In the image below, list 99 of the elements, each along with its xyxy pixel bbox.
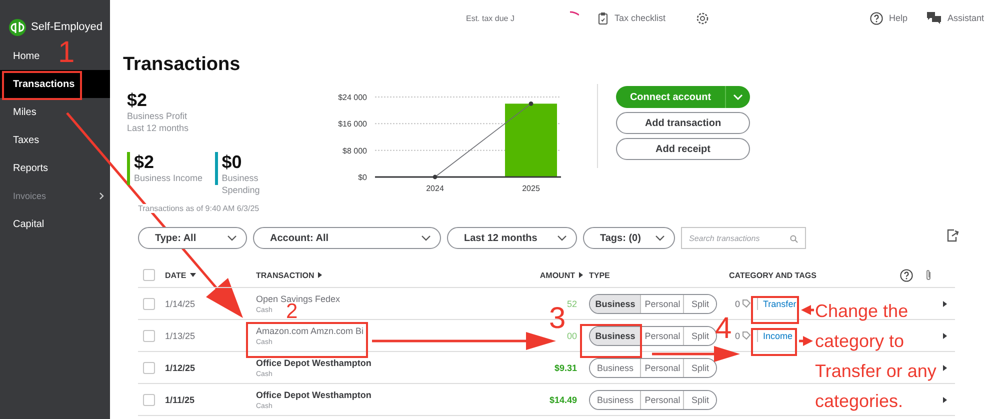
secondary-button[interactable]: Add transaction [616,112,750,134]
step-number: 2 [286,301,298,322]
amount-cell-text: 52 [566,298,578,308]
x-tick-label: 2024 [426,184,444,193]
transaction-name: Amazon.com Amzn.com Bi [256,326,365,336]
step-number: 3 [549,304,566,334]
chevron-down-icon [421,235,431,241]
nav-item[interactable]: Taxes [0,126,46,154]
filter-dropdown[interactable]: Tags: (0) [583,227,675,249]
date-cell-text: 1/14/25 [165,298,196,308]
stat-label: Business Income [134,172,203,184]
logo-icon [9,18,26,36]
row-checkbox[interactable] [143,362,155,374]
arc-mark-icon [570,10,580,16]
annotation-note: Change the category to Transfer or any categories. [815,300,938,413]
export-icon[interactable] [946,228,959,242]
type-toggle-button[interactable]: Business [590,294,640,312]
profit-amount: $2 [127,90,148,110]
nav-item[interactable]: Home [0,42,46,70]
assistant-link[interactable]: Assistant [927,12,984,24]
date-cell-text: 1/12/25 [165,362,196,372]
row-checkbox[interactable] [143,394,155,406]
y-tick-label: $16 000 [338,120,367,129]
row-checkbox[interactable] [143,330,155,342]
search-icon [790,235,798,243]
nav-item[interactable]: Miles [0,98,42,126]
as-of-text: Transactions as of 9:40 AM 6/3/25 [138,204,260,213]
column-header: CATEGORY AND TAGS [729,270,816,280]
y-tick-label: $0 [358,173,367,182]
nav-item[interactable]: Transactions [0,70,110,98]
type-toggle-button[interactable]: Split [683,358,716,376]
step-number: 1 [58,38,75,68]
chevron-down-icon [227,235,237,241]
highlight-box [751,296,799,324]
help-icon [870,12,883,24]
type-toggle-button[interactable]: Business [590,326,640,344]
category-link[interactable]: Transfer [763,298,796,308]
annotation-arrow [799,336,813,346]
filter-dropdown[interactable]: Account: All [253,227,441,249]
settings-icon[interactable] [696,12,708,24]
chat-bubbles-icon [927,12,942,24]
type-toggle-button[interactable]: Split [683,294,716,312]
transaction-name: Office Depot Westhampton [256,358,372,368]
category-link[interactable]: Income [763,330,793,340]
sort-right-icon [579,272,583,278]
y-tick-label: $24 000 [338,93,367,102]
date-cell-text: 1/11/25 [165,394,196,404]
nav-item[interactable]: Reports [0,154,54,182]
date-cell-text: 1/13/25 [165,330,196,340]
tag-count: 0 [735,298,740,308]
secondary-button[interactable]: Add receipt [616,138,750,160]
chevron-down-icon [557,235,567,241]
sort-right-icon [318,272,322,278]
y-tick-label: $8 000 [342,146,367,156]
type-toggle-button[interactable]: Split [683,326,716,344]
column-header[interactable]: DATE [165,270,256,280]
row-checkbox[interactable] [143,298,155,310]
stat-amount: $0 [222,152,243,172]
transaction-name: Office Depot Westhampton [256,390,372,400]
step-number: 4 [715,314,732,344]
help-icon[interactable] [900,268,914,282]
amount-cell-text: $9.31 [553,362,578,372]
brand-name: Self-Employed [31,21,103,33]
stat-label: Business Spending [222,172,261,196]
filter-dropdown[interactable]: Type: All [138,227,247,249]
highlight-box [580,324,642,358]
amount-cell-text: 00 [566,330,578,340]
profit-label: Business Profit [127,110,188,122]
column-header[interactable]: AMOUNT [505,270,583,280]
tag-icon [742,299,752,308]
help-link[interactable]: Help [870,12,908,24]
highlight-box [751,328,797,356]
tax-checklist-link[interactable]: Tax checklist [598,12,666,24]
sort-down-icon [190,273,196,277]
tag-icon [742,331,752,340]
filter-dropdown[interactable]: Last 12 months [447,227,577,249]
chevron-down-icon [655,235,665,241]
paperclip-icon[interactable] [925,269,932,281]
period-label: Last 12 months [127,122,190,134]
row-expand-icon[interactable] [943,364,947,370]
tag-count: 0 [735,330,740,340]
nav-item[interactable]: Invoices [0,182,110,210]
search-field[interactable]: Search transactions [681,227,806,249]
page-title: Transactions [123,54,242,77]
tax-due-text: Est. tax due J [466,14,514,22]
row-expand-icon[interactable] [943,300,947,306]
transaction-name: Open Savings Fedex [256,294,342,304]
x-tick-label: 2025 [522,184,540,193]
clipboard-icon [598,12,608,24]
type-toggle-button[interactable]: Split [683,390,716,408]
column-header[interactable]: TRANSACTION [256,270,505,280]
row-expand-icon[interactable] [943,332,947,338]
row-expand-icon[interactable] [943,396,947,402]
amount-cell-text: $14.49 [548,394,578,404]
column-header: TYPE [588,270,611,280]
select-all-checkbox[interactable] [143,269,155,281]
stat-amount: $2 [134,152,156,172]
annotation-arrow [801,305,814,315]
nav-item[interactable]: Capital [0,210,50,238]
